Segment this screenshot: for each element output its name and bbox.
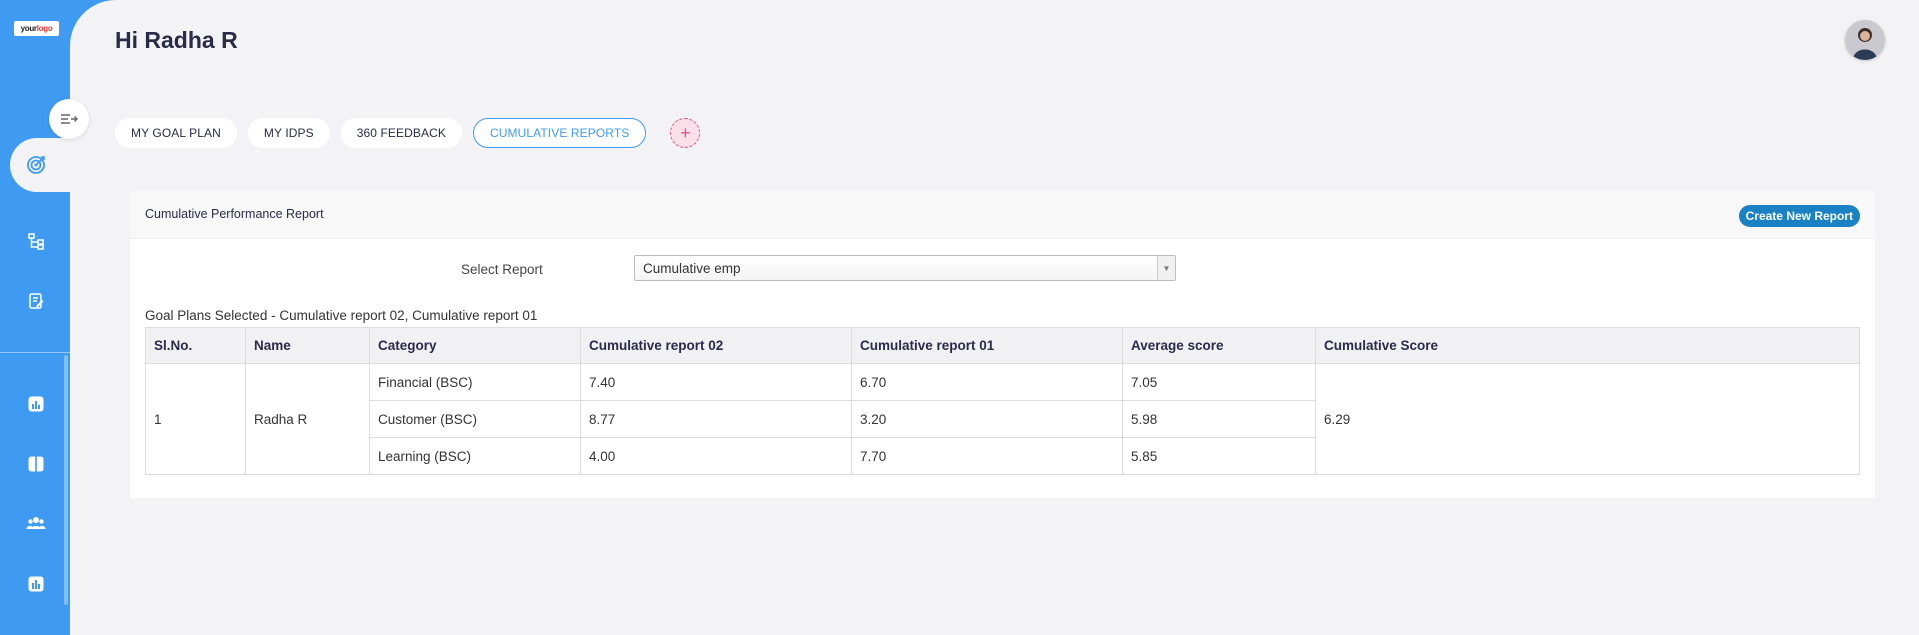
tab-my-idps[interactable]: MY IDPS [247, 118, 330, 148]
sidebar-divider [0, 352, 70, 353]
sidebar: yourlogo [0, 0, 70, 635]
cumulative-report-table: Sl.No. Name Category Cumulative report 0… [145, 327, 1860, 475]
user-avatar[interactable] [1845, 20, 1885, 60]
cell-sl-no: 1 [145, 363, 246, 475]
select-report-value: Cumulative emp [643, 260, 741, 276]
target-icon [25, 154, 47, 176]
users-group-icon[interactable] [26, 513, 46, 533]
tab-360-feedback[interactable]: 360 FEEDBACK [340, 118, 462, 148]
create-new-report-button[interactable]: Create New Report [1738, 205, 1860, 227]
select-report-dropdown[interactable]: Cumulative emp ▼ [634, 255, 1176, 281]
cell-report-01: 7.70 [851, 437, 1123, 475]
tab-bar: MY GOAL PLAN MY IDPS 360 FEEDBACK CUMULA… [115, 118, 701, 148]
cell-report-02: 4.00 [580, 437, 852, 475]
cell-report-01: 6.70 [851, 363, 1123, 401]
header-cumulative-report-02: Cumulative report 02 [580, 327, 852, 364]
collapse-arrow-icon [61, 114, 78, 124]
table-header-row: Sl.No. Name Category Cumulative report 0… [145, 327, 1860, 364]
logo-text-logo: logo [36, 24, 53, 33]
tab-my-goal-plan[interactable]: MY GOAL PLAN [115, 118, 237, 148]
sidebar-collapse-button[interactable] [49, 99, 89, 139]
dropdown-arrow-icon[interactable]: ▼ [1157, 256, 1175, 280]
cell-category: Customer (BSC) [369, 400, 581, 438]
header-cumulative-report-01: Cumulative report 01 [851, 327, 1123, 364]
cell-average: 7.05 [1122, 363, 1316, 401]
columns-icon[interactable] [26, 454, 46, 474]
header-category: Category [369, 327, 581, 364]
hierarchy-icon[interactable] [26, 231, 46, 251]
cell-average: 5.85 [1122, 437, 1316, 475]
header-average-score: Average score [1122, 327, 1316, 364]
cell-category: Financial (BSC) [369, 363, 581, 401]
edit-document-icon[interactable] [26, 291, 46, 311]
cell-cumulative-score: 6.29 [1315, 363, 1860, 475]
cell-name: Radha R [245, 363, 370, 475]
header-sl-no: Sl.No. [145, 327, 246, 364]
cell-category: Learning (BSC) [369, 437, 581, 475]
header-name: Name [245, 327, 370, 364]
analytics-icon[interactable] [26, 574, 46, 594]
cell-report-01: 3.20 [851, 400, 1123, 438]
card-header: Cumulative Performance Report Create New… [130, 191, 1875, 239]
cell-average: 5.98 [1122, 400, 1316, 438]
add-tab-button[interactable]: + [670, 118, 701, 148]
header-cumulative-score: Cumulative Score [1315, 327, 1860, 364]
main-panel: Hi Radha R MY GOAL PLAN MY IDPS 360 FEED… [70, 0, 1919, 635]
goal-plans-selected-text: Goal Plans Selected - Cumulative report … [145, 308, 538, 323]
page-greeting: Hi Radha R [115, 27, 238, 53]
tab-cumulative-reports[interactable]: CUMULATIVE REPORTS [472, 118, 647, 148]
sidebar-item-goals-active[interactable] [10, 138, 80, 192]
select-report-label: Select Report [461, 262, 543, 277]
bar-chart-icon[interactable] [26, 394, 46, 414]
company-logo: yourlogo [14, 21, 59, 36]
plus-icon: + [680, 122, 691, 143]
cell-report-02: 8.77 [580, 400, 852, 438]
logo-text-your: your [20, 24, 37, 33]
card-title: Cumulative Performance Report [145, 207, 324, 221]
report-card: Cumulative Performance Report Create New… [130, 191, 1875, 498]
sidebar-scrollbar[interactable] [64, 355, 68, 605]
cell-report-02: 7.40 [580, 363, 852, 401]
table-row: 1 Radha R Financial (BSC) 7.40 6.70 7.05… [145, 363, 1860, 475]
